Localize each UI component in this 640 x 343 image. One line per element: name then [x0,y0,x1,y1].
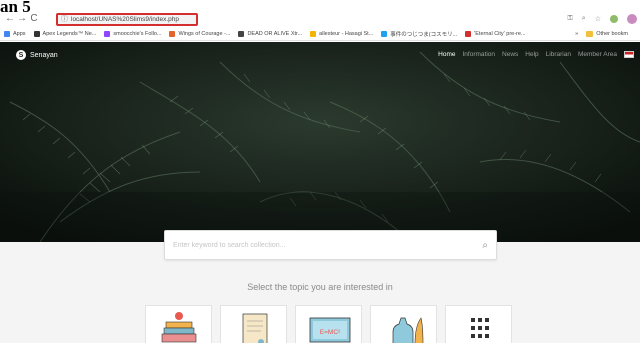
bookmark-label: Apps [13,30,26,37]
nav-home[interactable]: Home [438,51,455,58]
folder-icon [586,31,594,37]
topic-tile-lab[interactable] [370,305,437,343]
wings-icon [169,30,176,37]
other-bookmarks-label: Other bookm [596,31,628,37]
address-bar[interactable]: ⓘ localhost/UNAS%20Slims9/index.php [56,13,198,26]
twitch-icon [104,30,111,37]
hasagi-icon [310,30,317,37]
site-logo-icon: S [16,50,26,60]
topic-tile-more[interactable] [445,305,512,343]
search-icon[interactable]: ⌕ [482,240,488,251]
bookmark-item[interactable]: smoocchie's Follo... [104,30,162,37]
bookmark-item[interactable]: 事件のつじつま(コスモリ... [381,30,457,38]
nav-news[interactable]: News [502,51,518,58]
info-icon[interactable]: ⓘ [61,15,68,24]
nav-help[interactable]: Help [525,51,538,58]
screenshot: an 5 ← → C ⓘ localhost/UNAS%20Slims9/ind… [0,0,640,343]
topic-tile-science[interactable]: E=MC² [295,305,362,343]
site-brand-name: Senayan [30,51,58,59]
nav-information[interactable]: Information [463,51,496,58]
bookmark-item[interactable]: Apps [4,30,26,37]
caption-fragment: an 5 [0,0,31,16]
bookmark-label: smoocchie's Follo... [113,30,162,37]
nav-librarian[interactable]: Librarian [546,51,571,58]
board-formula-text: E=MC² [320,329,341,336]
flag-icon[interactable] [624,51,634,58]
bookmark-item[interactable]: DEAD OR ALIVE Xtr... [238,30,303,37]
bookmark-label: 事件のつじつま(コスモリ... [390,31,458,38]
apps-grid-icon [4,30,10,37]
bookmarks-bar: Apps Apex Legends™ Ne... smoocchie's Follo… [0,27,640,41]
flask-icon [392,317,424,343]
pine-foliage-image [0,42,640,242]
bookmark-label: allesteur - Hasagi St... [319,30,374,37]
apex-icon [33,30,40,37]
toolbar-actions: ⚿ ⌕ ☆ [567,11,637,27]
board-formula-icon: E=MC² [309,317,351,343]
nav-member-area[interactable]: Member Area [578,51,617,58]
topic-tile-scroll[interactable] [220,305,287,343]
bookmark-item[interactable]: Apex Legends™ Ne... [33,30,97,37]
eternal-icon [465,30,472,37]
grid-more-icon [471,318,489,338]
topic-heading: Select the topic you are interested in [247,282,393,292]
site-brand[interactable]: S Senayan [16,50,58,60]
star-icon[interactable]: ☆ [595,15,601,23]
scroll-icon [242,313,268,343]
bookmark-label: DEAD OR ALIVE Xtr... [247,30,303,37]
site-nav: Home Information News Help Librarian Member A… [438,51,634,58]
zoom-icon[interactable]: ⌕ [582,15,586,23]
topic-tile-books[interactable] [145,305,212,343]
bookmark-item[interactable]: allesteur - Hasagi St... [310,30,374,37]
hero-banner: S Senayan Home Information News Help Librari… [0,42,640,242]
books-apple-icon [161,312,197,343]
key-icon[interactable]: ⚿ [567,15,572,23]
bookmark-label: Wings of Courage -... [178,30,231,37]
browser-toolbar: ← → C ⓘ localhost/UNAS%20Slims9/index.ph… [0,11,640,27]
profile-avatar[interactable] [627,14,637,24]
bookmark-label: 'Eternal City' pre-re... [474,30,526,37]
bookmark-label: Apex Legends™ Ne... [42,30,97,37]
twitter-icon [381,30,388,37]
extension-icon[interactable] [610,15,618,23]
bookmarks-overflow-button[interactable]: » [575,31,578,37]
doa-icon [238,30,245,37]
search-input[interactable]: Enter keyword to search collection... [173,242,482,249]
address-url[interactable]: localhost/UNAS%20Slims9/index.php [71,16,179,23]
topic-tiles: E=MC² [145,305,512,343]
search-box[interactable]: Enter keyword to search collection... ⌕ [164,230,497,260]
bookmarks-right: » Other bookm [575,27,636,41]
bookmark-item[interactable]: Wings of Courage -... [169,30,231,37]
senayan-site: S Senayan Home Information News Help Librari… [0,42,640,343]
bookmark-item[interactable]: 'Eternal City' pre-re... [465,30,526,37]
other-bookmarks[interactable]: Other bookm [586,31,628,37]
